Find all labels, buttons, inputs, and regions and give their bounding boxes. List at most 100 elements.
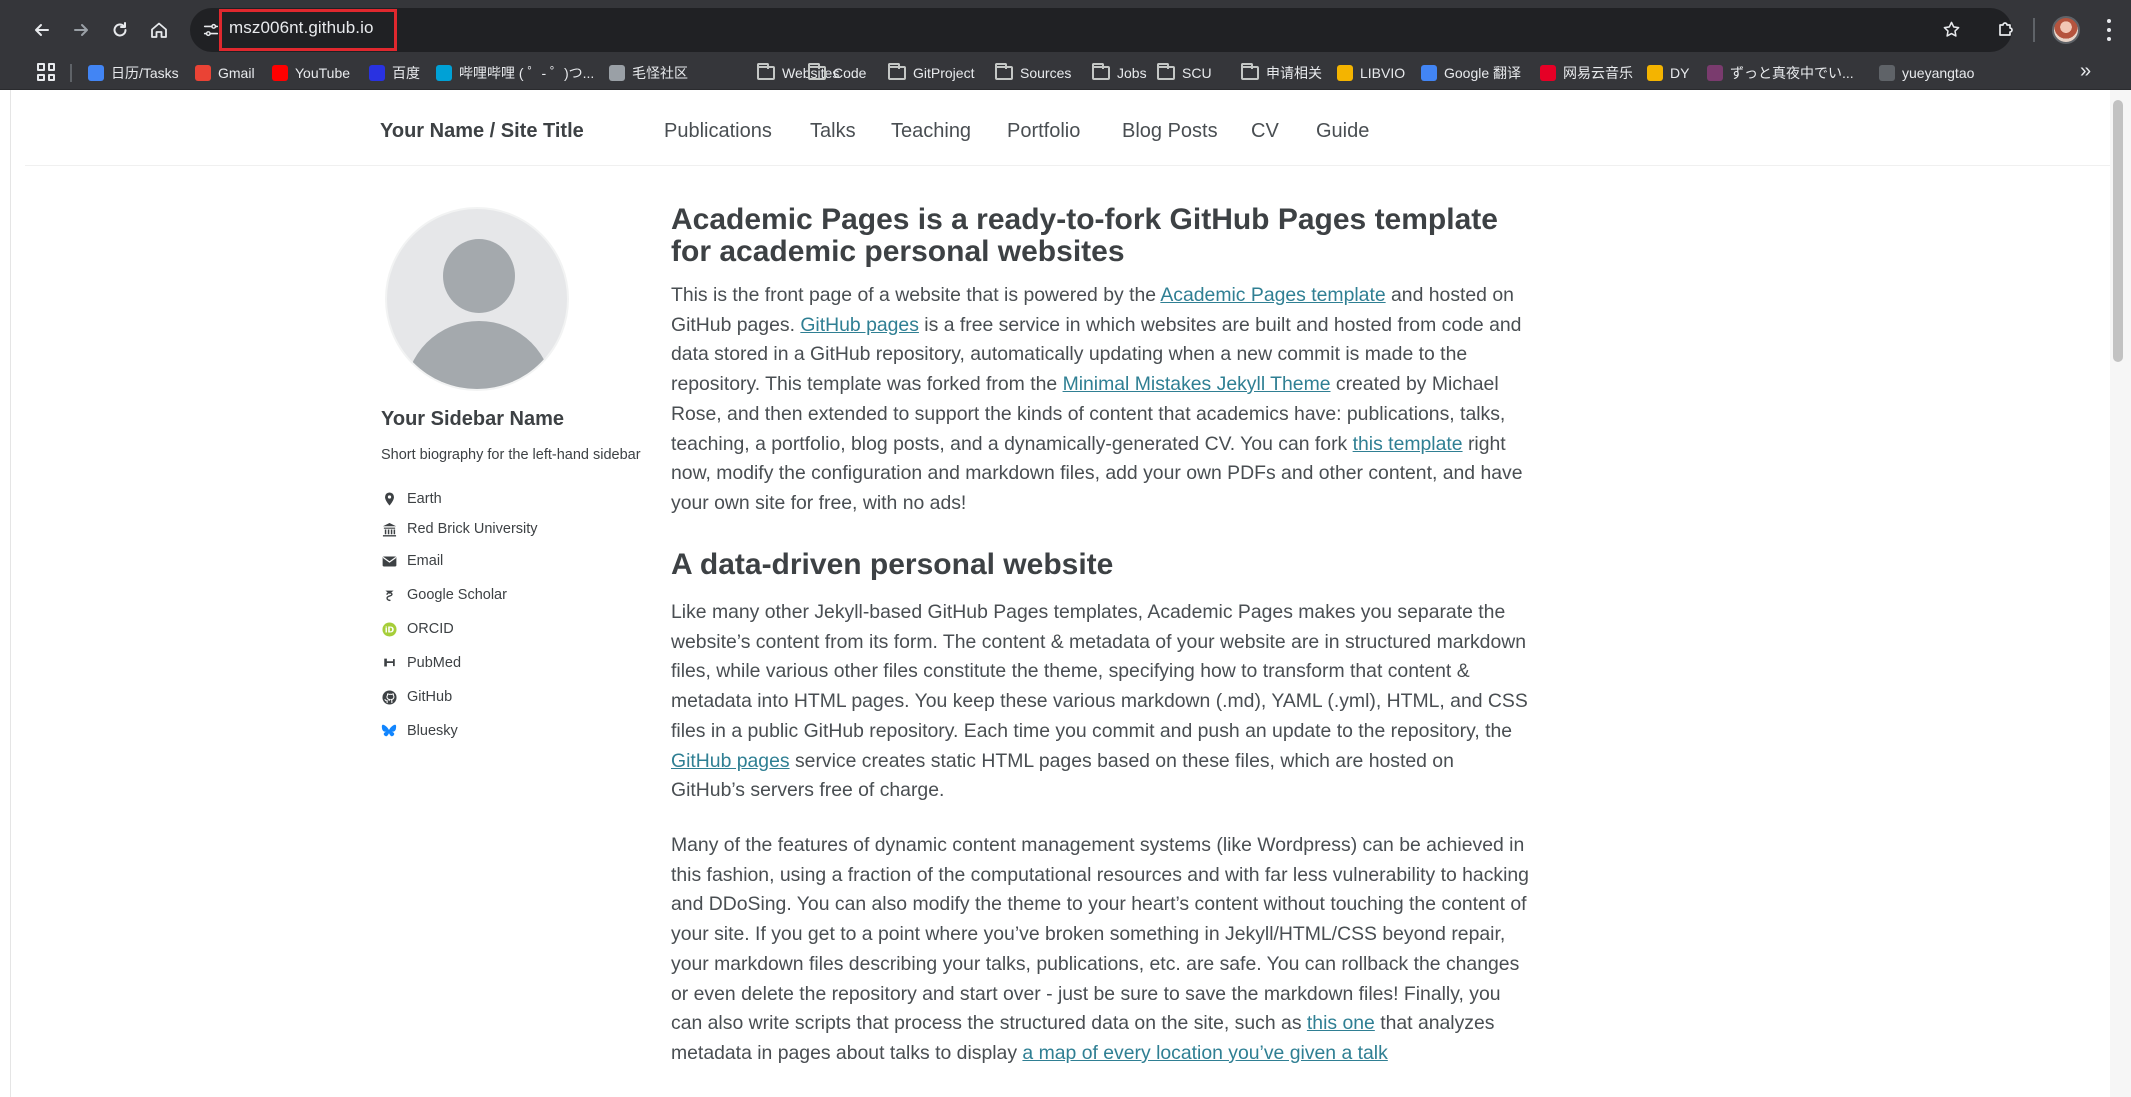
sidebar-item-label: Earth xyxy=(407,491,442,507)
bookmark-label: SCU xyxy=(1182,65,1212,81)
bookmark-label: Code xyxy=(833,65,867,81)
google-scholar-icon xyxy=(381,586,397,604)
bookmark-item[interactable]: 网易云音乐 xyxy=(1540,62,1633,84)
bookmark-item[interactable]: GitProject xyxy=(888,62,974,84)
bookmark-star-button[interactable] xyxy=(1938,16,1964,42)
bookmark-item[interactable]: YouTube xyxy=(272,62,350,84)
talk-map-link[interactable]: a map of every location you’ve given a t… xyxy=(1022,1042,1387,1064)
browser-menu-button[interactable] xyxy=(2100,16,2118,44)
bookmark-item[interactable]: Code xyxy=(808,62,866,84)
bookmark-label: Jobs xyxy=(1117,65,1147,81)
nav-blog-posts[interactable]: Blog Posts xyxy=(1122,120,1218,143)
bookmark-label: YouTube xyxy=(295,65,351,81)
nav-talks[interactable]: Talks xyxy=(810,120,856,143)
github-pages-link-2[interactable]: GitHub pages xyxy=(671,750,790,772)
sidebar-item-label[interactable]: PubMed xyxy=(407,655,461,671)
scrollbar-thumb[interactable] xyxy=(2113,100,2123,362)
profile-avatar[interactable] xyxy=(2052,16,2080,44)
academic-pages-template-link[interactable]: Academic Pages template xyxy=(1160,284,1385,306)
avatar xyxy=(385,207,569,391)
sidebar-item-location: Earth xyxy=(381,488,442,510)
address-bar[interactable] xyxy=(190,8,2012,52)
sidebar-item-github[interactable]: GitHub xyxy=(381,686,452,708)
home-button[interactable] xyxy=(143,14,175,46)
bookmark-label: 百度 xyxy=(392,65,420,81)
github-pages-link[interactable]: GitHub pages xyxy=(800,314,919,336)
sidebar-item-label[interactable]: GitHub xyxy=(407,689,452,705)
home-icon xyxy=(151,22,167,38)
sidebar-item-orcid[interactable]: iD ORCID xyxy=(381,618,454,640)
page-title: Academic Pages is a ready-to-fork GitHub… xyxy=(671,203,1498,268)
reload-icon xyxy=(113,22,127,37)
bookmark-item[interactable]: 百度 xyxy=(369,62,420,84)
bookmark-item[interactable]: SCU xyxy=(1157,62,1212,84)
bookmark-item[interactable]: ずっと真夜中でい... xyxy=(1707,62,1854,84)
back-button[interactable] xyxy=(26,14,58,46)
nav-portfolio[interactable]: Portfolio xyxy=(1007,120,1080,143)
bookmark-label: Google 翻译 xyxy=(1444,65,1522,81)
minimal-mistakes-link[interactable]: Minimal Mistakes Jekyll Theme xyxy=(1063,373,1331,395)
bookmark-label: 申请相关 xyxy=(1266,65,1322,81)
text-span: Like many other Jekyll-based GitHub Page… xyxy=(671,601,1528,742)
bluesky-icon xyxy=(381,722,397,740)
university-icon xyxy=(381,520,397,538)
folder-icon xyxy=(1241,63,1259,80)
profile-site-icon xyxy=(1879,65,1895,81)
forward-button[interactable] xyxy=(65,14,97,46)
bookmark-item[interactable]: Sources xyxy=(995,62,1071,84)
bookmark-item[interactable]: Google 翻译 xyxy=(1421,62,1521,84)
libvio-icon xyxy=(1337,65,1353,81)
folder-icon xyxy=(808,63,826,80)
toolbar-divider xyxy=(2033,18,2035,42)
site-title-link[interactable]: Your Name / Site Title xyxy=(380,120,584,143)
sidebar-item-pubmed[interactable]: PubMed xyxy=(381,652,461,674)
pubmed-icon xyxy=(381,654,397,672)
bookmark-item[interactable]: 哔哩哔哩 ( ゜- ゜)つ... xyxy=(436,62,594,84)
bookmark-label: 毛怪社区 xyxy=(632,65,688,81)
bookmark-item[interactable]: 毛怪社区 xyxy=(609,62,688,84)
bookmark-item[interactable]: yueyangtao xyxy=(1879,62,1974,84)
extensions-button[interactable] xyxy=(1992,15,2020,43)
section-heading: A data-driven personal website xyxy=(671,548,1114,581)
zutomayo-icon xyxy=(1707,65,1723,81)
bilibili-icon xyxy=(436,65,452,81)
sidebar-item-label[interactable]: Bluesky xyxy=(407,723,458,739)
bookmark-item[interactable]: Gmail xyxy=(195,62,255,84)
sidebar-item-google-scholar[interactable]: Google Scholar xyxy=(381,584,507,606)
more-bookmarks-icon[interactable]: » xyxy=(2080,60,2091,83)
bookmark-label: ずっと真夜中でい... xyxy=(1730,65,1854,81)
sidebar-item-label[interactable]: ORCID xyxy=(407,621,454,637)
bookmark-item[interactable]: LIBVIO xyxy=(1337,62,1405,84)
community-icon xyxy=(609,65,625,81)
bookmark-label: 日历/Tasks xyxy=(111,65,179,81)
nav-teaching[interactable]: Teaching xyxy=(891,120,971,143)
nav-guide[interactable]: Guide xyxy=(1316,120,1369,143)
calendar-icon xyxy=(88,65,104,81)
tune-icon xyxy=(203,23,219,37)
bookmark-item[interactable]: 申请相关 xyxy=(1241,62,1322,84)
bookmark-item[interactable]: 日历/Tasks xyxy=(88,62,179,84)
sidebar-item-email[interactable]: Email xyxy=(381,550,443,572)
apps-grid-icon[interactable] xyxy=(36,62,56,82)
sidebar-item-label[interactable]: Google Scholar xyxy=(407,587,507,603)
gmail-icon xyxy=(195,65,211,81)
url-text[interactable]: msz006nt.github.io xyxy=(229,18,374,38)
bookmark-item[interactable]: Jobs xyxy=(1092,62,1147,84)
sidebar-item-bluesky[interactable]: Bluesky xyxy=(381,720,458,742)
this-one-link[interactable]: this one xyxy=(1307,1012,1375,1034)
folder-icon xyxy=(757,63,775,80)
nav-publications[interactable]: Publications xyxy=(664,120,772,143)
netease-music-icon xyxy=(1540,65,1556,81)
youtube-icon xyxy=(272,65,288,81)
sidebar-item-university: Red Brick University xyxy=(381,518,538,540)
folder-icon xyxy=(888,63,906,80)
bookmark-label: DY xyxy=(1670,65,1690,81)
nav-cv[interactable]: CV xyxy=(1251,120,1279,143)
text-span: Many of the features of dynamic content … xyxy=(671,834,1529,1035)
avatar-head-shape xyxy=(443,239,515,313)
bookmark-label: 哔哩哔哩 ( ゜- ゜)つ... xyxy=(459,65,595,81)
bookmark-item[interactable]: DY xyxy=(1647,62,1689,84)
reload-button[interactable] xyxy=(104,14,136,46)
sidebar-item-label[interactable]: Email xyxy=(407,553,443,569)
this-template-link[interactable]: this template xyxy=(1353,433,1463,455)
